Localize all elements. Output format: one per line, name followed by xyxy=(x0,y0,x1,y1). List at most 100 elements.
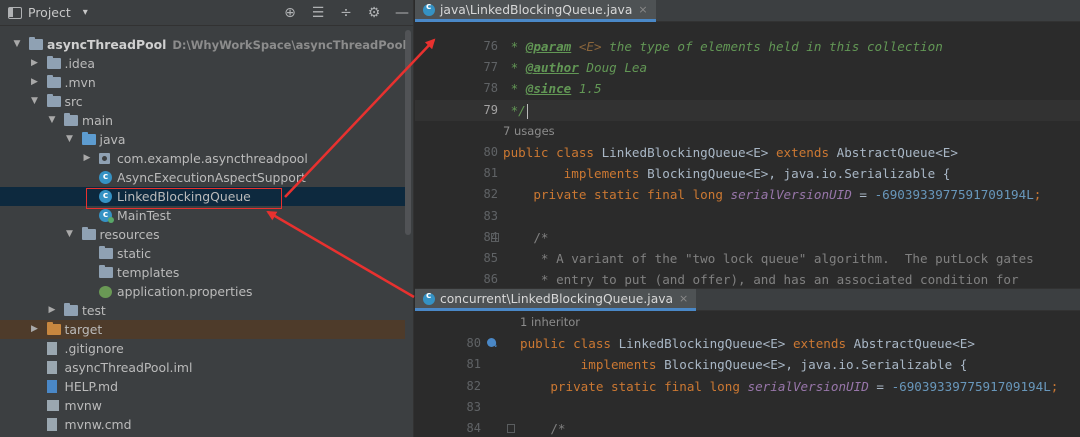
code-editor-bottom[interactable]: 1 inheritor 80 ↓ public class LinkedBlockin… xyxy=(415,312,1080,437)
code-line: 81 implements BlockingQueue<E>, java.io.… xyxy=(415,163,1080,184)
tree-item-main[interactable]: ▼ main xyxy=(0,111,405,130)
code-token: * A variant of the "two lock queue" algo… xyxy=(503,250,1034,266)
class-icon xyxy=(423,2,435,16)
tree-item-mvnwcmd[interactable]: mvnw.cmd xyxy=(0,415,405,434)
tree-item-label: AsyncExecutionAspectSupport xyxy=(117,170,306,185)
code-line: 84 /* xyxy=(415,227,1080,248)
tree-item-props[interactable]: application.properties xyxy=(0,282,405,301)
tree-item-label: asyncThreadPool D:\WhyWorkSpace\asyncThre… xyxy=(47,37,407,52)
fold-marker-icon[interactable] xyxy=(491,232,499,242)
inlay-hint-line[interactable]: 1 inheritor xyxy=(415,312,1080,333)
inlay-hint-line[interactable]: 7 usages xyxy=(415,121,1080,142)
tree-item-mvn[interactable]: ▶ .mvn xyxy=(0,73,405,92)
code-token: public class xyxy=(503,144,602,160)
hide-panel-icon[interactable]: — xyxy=(394,5,410,21)
tree-item-lbq[interactable]: c LinkedBlockingQueue xyxy=(0,187,405,206)
folder-icon xyxy=(46,56,61,69)
close-icon[interactable]: × xyxy=(638,3,647,16)
tree-item-templates[interactable]: templates xyxy=(0,263,405,282)
code-line: 79 */ xyxy=(415,99,1080,121)
line-number: 80 xyxy=(466,336,481,351)
line-number: 81 xyxy=(483,166,498,181)
editor-tab-java-linkedblockingqueue[interactable]: java\LinkedBlockingQueue.java × xyxy=(415,0,656,22)
tree-item-target[interactable]: ▶ target xyxy=(0,320,405,339)
chevron-down-icon[interactable]: ▼ xyxy=(65,130,75,149)
tree-item-aspect[interactable]: c AsyncExecutionAspectSupport xyxy=(0,168,405,187)
chevron-down-icon[interactable]: ▾ xyxy=(83,7,88,18)
code-token: * xyxy=(503,39,526,54)
code-token: * entry to put (and offer), and has an a… xyxy=(503,272,1019,288)
chevron-right-icon[interactable]: ▶ xyxy=(30,73,40,92)
code-line: 82 private static final long serialVersi… xyxy=(415,376,1080,397)
line-number: 86 xyxy=(483,272,498,287)
editor-tabbar-top: java\LinkedBlockingQueue.java × xyxy=(415,0,1080,22)
editor-pane-bottom: concurrent\LinkedBlockingQueue.java × 1 … xyxy=(415,288,1080,437)
editor-pane-top: java\LinkedBlockingQueue.java × 76 * @pa… xyxy=(415,0,1080,288)
usages-hint[interactable]: 7 usages xyxy=(503,121,555,142)
tree-item-pkg[interactable]: ▶ com.example.asyncthreadpool xyxy=(0,149,405,168)
tree-item-java[interactable]: ▼ java xyxy=(0,130,405,149)
code-token: extends xyxy=(775,144,837,160)
code-token: AbstractQueue<E> xyxy=(853,336,975,352)
editor-tab-concurrent-linkedblockingqueue[interactable]: concurrent\LinkedBlockingQueue.java × xyxy=(415,289,697,311)
code-line: 83 xyxy=(415,206,1080,227)
class-icon xyxy=(423,291,435,305)
gear-icon[interactable]: ⚙ xyxy=(366,5,382,21)
project-tree-scrollbar[interactable] xyxy=(405,30,411,235)
line-number: 76 xyxy=(483,39,498,53)
tree-item-resources[interactable]: ▼ resources xyxy=(0,225,405,244)
code-token: public class xyxy=(520,336,619,352)
locate-file-icon[interactable]: ⊕ xyxy=(282,5,298,21)
code-token: 1.5 xyxy=(571,81,602,97)
code-line: 76 * @param <E> the type of elements hel… xyxy=(415,36,1080,57)
tree-item-label: asyncThreadPool.iml xyxy=(64,360,193,375)
code-token: -6903933977591709194L xyxy=(874,187,1034,203)
code-token: ; xyxy=(1050,378,1059,394)
markdown-icon xyxy=(46,380,57,393)
line-number: 83 xyxy=(466,399,481,414)
chevron-right-icon[interactable]: ▶ xyxy=(30,320,40,339)
package-icon xyxy=(99,153,110,164)
overridden-marker-icon[interactable]: ↓ xyxy=(487,338,498,350)
collapse-all-icon[interactable]: ÷ xyxy=(338,5,354,21)
terminal-file-icon xyxy=(46,400,59,411)
tree-item-static[interactable]: static xyxy=(0,244,405,263)
code-line: 80 public class LinkedBlockingQueue<E> ex… xyxy=(415,142,1080,163)
expand-all-icon[interactable]: ☰ xyxy=(310,5,326,21)
code-text: private static final long serialVersionU… xyxy=(520,376,1058,397)
class-icon: c xyxy=(99,190,112,203)
close-icon[interactable]: × xyxy=(679,292,688,305)
project-icon xyxy=(8,6,22,19)
tree-item-mvnw[interactable]: mvnw xyxy=(0,396,405,415)
tree-item-idea[interactable]: ▶ .idea xyxy=(0,54,405,73)
folder-icon xyxy=(64,113,78,126)
fold-marker-icon[interactable] xyxy=(507,423,515,433)
tree-item-root[interactable]: ▼ asyncThreadPool D:\WhyWorkSpace\asyncThr… xyxy=(0,35,407,54)
chevron-down-icon[interactable]: ▼ xyxy=(30,92,40,111)
tree-item-test[interactable]: ▶ test xyxy=(0,301,405,320)
code-text: public class LinkedBlockingQueue<E> exte… xyxy=(520,333,975,354)
project-panel-toolbar: ⊕ ☰ ÷ ⚙ — xyxy=(282,0,410,26)
chevron-right-icon[interactable]: ▶ xyxy=(82,149,92,168)
tree-item-label: application.properties xyxy=(117,284,253,299)
code-line: 78 * @since 1.5 xyxy=(415,78,1080,99)
chevron-down-icon[interactable]: ▼ xyxy=(47,111,57,130)
tree-item-gitignore[interactable]: .gitignore xyxy=(0,339,405,358)
resources-folder-icon xyxy=(81,227,96,240)
usages-hint[interactable]: 1 inheritor xyxy=(520,312,580,333)
tree-item-src[interactable]: ▼ src xyxy=(0,92,405,111)
chevron-down-icon[interactable]: ▼ xyxy=(65,225,75,244)
class-icon: c xyxy=(99,171,112,184)
project-view-selector[interactable]: Project ▾ xyxy=(0,0,88,26)
chevron-right-icon[interactable]: ▶ xyxy=(47,301,57,320)
code-token: AbstractQueue<E> xyxy=(836,144,958,160)
tree-item-iml[interactable]: asyncThreadPool.iml xyxy=(0,358,405,377)
code-editor-top[interactable]: 76 * @param <E> the type of elements hel… xyxy=(415,36,1080,288)
tree-item-help[interactable]: HELP.md xyxy=(0,377,405,396)
chevron-down-icon[interactable]: ▼ xyxy=(12,35,22,54)
chevron-right-icon[interactable]: ▶ xyxy=(30,54,40,73)
tree-item-maintest[interactable]: c MainTest xyxy=(0,206,405,225)
tree-item-label: mvnw.cmd xyxy=(64,417,132,432)
